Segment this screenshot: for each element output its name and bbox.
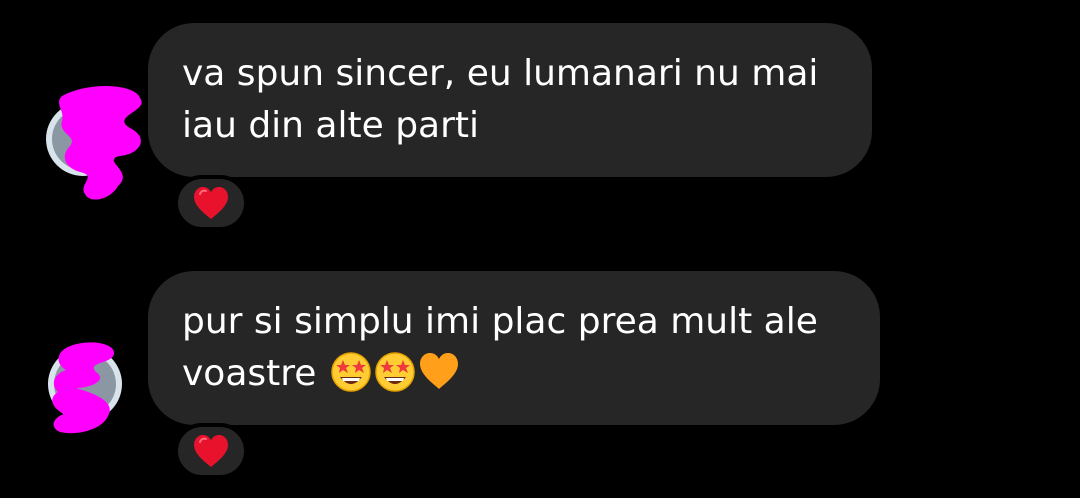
avatar-image xyxy=(54,353,116,415)
star-struck-emoji-icon xyxy=(375,352,415,392)
reaction-badge[interactable] xyxy=(174,175,248,231)
orange-heart-icon xyxy=(419,353,458,389)
message-text-line: pur si simplu imi plac prea mult ale xyxy=(182,301,818,342)
reaction-badge[interactable] xyxy=(174,423,248,479)
red-heart-icon xyxy=(194,435,228,467)
sender-avatar[interactable] xyxy=(48,347,122,421)
message-text-line: va spun sincer, eu lumanari nu mai xyxy=(182,53,819,94)
star-struck-emoji-icon xyxy=(331,352,371,392)
sender-avatar[interactable] xyxy=(46,102,120,176)
message-text-line: iau din alte parti xyxy=(182,105,480,146)
message-text-line: voastre xyxy=(182,348,846,400)
message-bubble[interactable]: va spun sincer, eu lumanari nu mai iau d… xyxy=(148,23,872,177)
message-bubble[interactable]: pur si simplu imi plac prea mult ale voa… xyxy=(148,271,880,425)
avatar-image xyxy=(52,108,114,170)
message-text-segment: voastre xyxy=(182,353,317,394)
red-heart-icon xyxy=(194,187,228,219)
